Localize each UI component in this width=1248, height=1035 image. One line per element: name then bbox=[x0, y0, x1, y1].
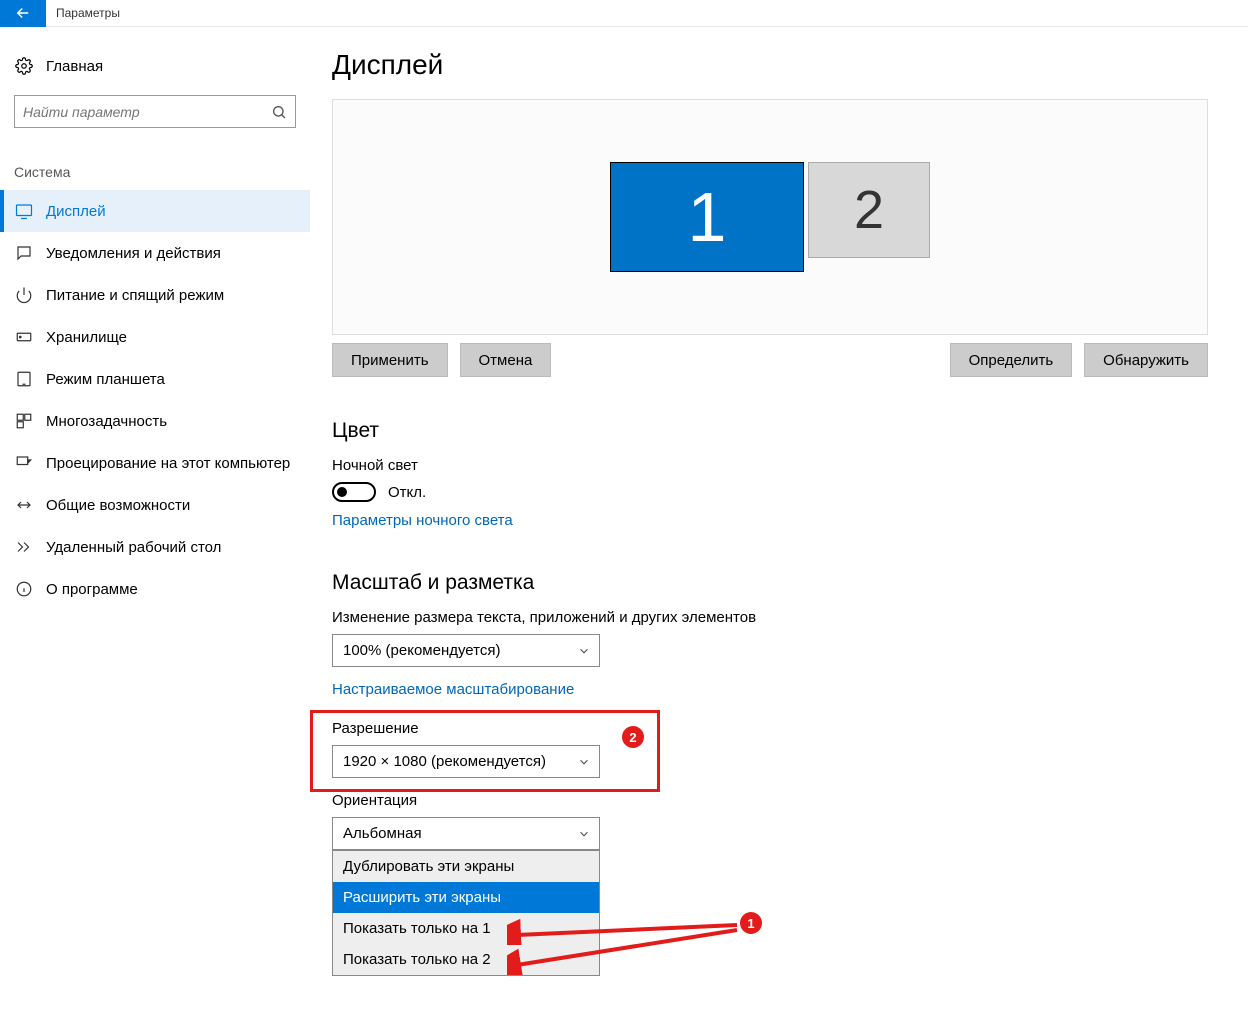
section-scale: Масштаб и разметка bbox=[332, 571, 1208, 595]
sidebar-item-label: Дисплей bbox=[46, 203, 106, 220]
sidebar-item-share[interactable]: Общие возможности bbox=[0, 484, 310, 526]
sidebar-home[interactable]: Главная bbox=[0, 45, 310, 87]
resolution-value: 1920 × 1080 (рекомендуется) bbox=[343, 753, 546, 770]
sidebar-item-label: Режим планшета bbox=[46, 371, 165, 388]
title-bar: Параметры bbox=[0, 0, 1248, 27]
sidebar-item-storage[interactable]: Хранилище bbox=[0, 316, 310, 358]
detect-button[interactable]: Обнаружить bbox=[1084, 343, 1208, 377]
sidebar-item-about[interactable]: О программе bbox=[0, 568, 310, 610]
orientation-combo[interactable]: Альбомная bbox=[332, 817, 600, 850]
notification-icon bbox=[14, 244, 34, 262]
sidebar-home-label: Главная bbox=[46, 58, 103, 75]
nightlight-settings-link[interactable]: Параметры ночного света bbox=[332, 512, 513, 529]
sidebar-item-label: Многозадачность bbox=[46, 413, 167, 430]
sidebar-item-display[interactable]: Дисплей bbox=[0, 190, 310, 232]
nightlight-label: Ночной свет bbox=[332, 457, 1208, 474]
sidebar-item-label: Хранилище bbox=[46, 329, 127, 346]
scale-label: Изменение размера текста, приложений и д… bbox=[332, 609, 1208, 626]
window-title: Параметры bbox=[56, 6, 120, 20]
arrow-left-icon bbox=[14, 4, 32, 22]
scale-value: 100% (рекомендуется) bbox=[343, 642, 500, 659]
power-icon bbox=[14, 286, 34, 304]
sidebar-item-label: Общие возможности bbox=[46, 497, 190, 514]
toggle-state-label: Откл. bbox=[388, 484, 426, 501]
sidebar-item-remote[interactable]: Удаленный рабочий стол bbox=[0, 526, 310, 568]
dd-item-extend[interactable]: Расширить эти экраны bbox=[333, 882, 599, 913]
resolution-label: Разрешение bbox=[332, 720, 1208, 737]
sidebar-item-project[interactable]: Проецирование на этот компьютер bbox=[0, 442, 310, 484]
sidebar: Главная Система Дисплей Уведомления и де… bbox=[0, 27, 310, 1035]
back-button[interactable] bbox=[0, 0, 46, 27]
monitor-1[interactable]: 1 bbox=[610, 162, 804, 272]
annotation-badge-2: 2 bbox=[622, 726, 644, 748]
multi-display-dropdown[interactable]: Дублировать эти экраны Расширить эти экр… bbox=[332, 850, 600, 976]
chevron-down-icon bbox=[577, 644, 591, 658]
chevron-down-icon bbox=[577, 755, 591, 769]
sidebar-section-label: Система bbox=[0, 136, 310, 190]
remote-icon bbox=[14, 538, 34, 556]
multitask-icon bbox=[14, 412, 34, 430]
chevron-down-icon bbox=[577, 827, 591, 841]
identify-button[interactable]: Определить bbox=[950, 343, 1073, 377]
search-input[interactable] bbox=[14, 95, 296, 128]
sidebar-item-label: О программе bbox=[46, 581, 138, 598]
dd-item-duplicate[interactable]: Дублировать эти экраны bbox=[333, 851, 599, 882]
about-icon bbox=[14, 580, 34, 598]
gear-icon bbox=[14, 57, 34, 75]
annotation-badge-1: 1 bbox=[740, 912, 762, 934]
sidebar-item-notifications[interactable]: Уведомления и действия bbox=[0, 232, 310, 274]
scale-combo[interactable]: 100% (рекомендуется) bbox=[332, 634, 600, 667]
cancel-button[interactable]: Отмена bbox=[460, 343, 552, 377]
sidebar-item-multitask[interactable]: Многозадачность bbox=[0, 400, 310, 442]
sidebar-item-label: Уведомления и действия bbox=[46, 245, 221, 262]
tablet-icon bbox=[14, 370, 34, 388]
display-icon bbox=[14, 202, 34, 220]
orientation-value: Альбомная bbox=[343, 825, 422, 842]
page-title: Дисплей bbox=[332, 49, 1208, 81]
custom-scaling-link[interactable]: Настраиваемое масштабирование bbox=[332, 681, 574, 698]
sidebar-item-label: Питание и спящий режим bbox=[46, 287, 224, 304]
sidebar-item-label: Удаленный рабочий стол bbox=[46, 539, 221, 556]
resolution-combo[interactable]: 1920 × 1080 (рекомендуется) bbox=[332, 745, 600, 778]
share-icon bbox=[14, 496, 34, 514]
dd-item-show1[interactable]: Показать только на 1 bbox=[333, 913, 599, 944]
search-field[interactable] bbox=[23, 104, 271, 120]
display-arrangement-canvas[interactable]: 1 2 bbox=[332, 99, 1208, 335]
main-content: Дисплей 1 2 Применить Отмена Определить … bbox=[332, 27, 1248, 1035]
apply-button[interactable]: Применить bbox=[332, 343, 448, 377]
project-icon bbox=[14, 454, 34, 472]
sidebar-item-tablet[interactable]: Режим планшета bbox=[0, 358, 310, 400]
sidebar-item-power[interactable]: Питание и спящий режим bbox=[0, 274, 310, 316]
search-icon bbox=[271, 104, 287, 120]
section-color: Цвет bbox=[332, 419, 1208, 443]
storage-icon bbox=[14, 328, 34, 346]
nightlight-toggle[interactable] bbox=[332, 482, 376, 502]
dd-item-show2[interactable]: Показать только на 2 bbox=[333, 944, 599, 975]
sidebar-item-label: Проецирование на этот компьютер bbox=[46, 455, 290, 472]
orientation-label: Ориентация bbox=[332, 792, 1208, 809]
monitor-2[interactable]: 2 bbox=[808, 162, 930, 258]
